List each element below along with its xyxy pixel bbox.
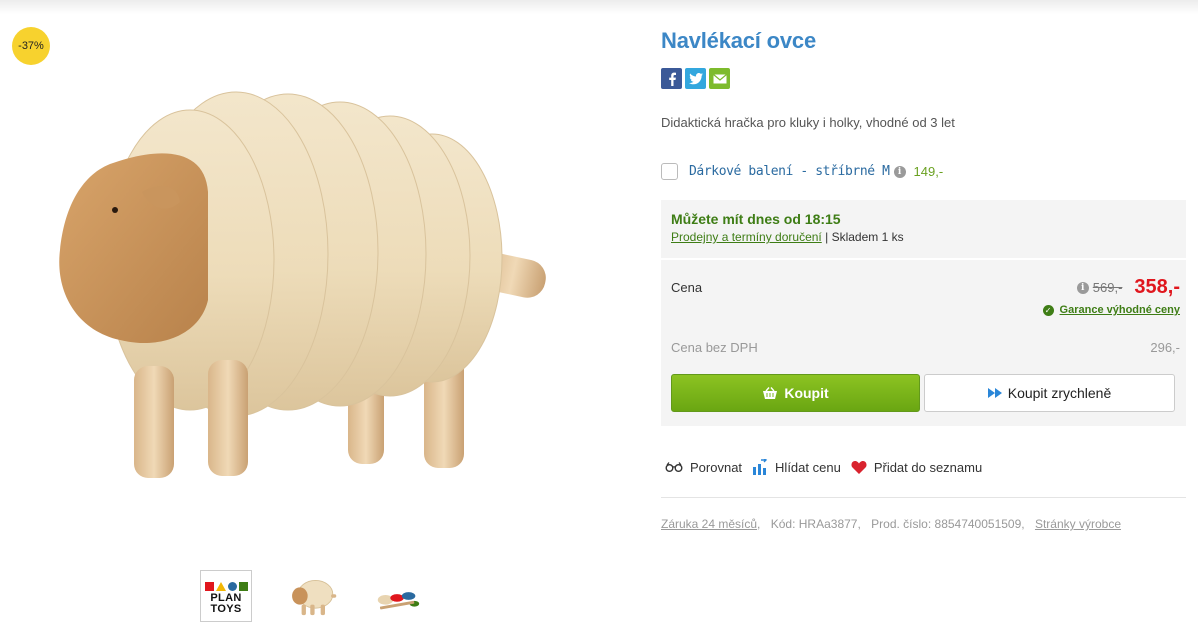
fast-forward-icon — [987, 388, 1002, 398]
share-buttons — [661, 68, 730, 89]
quick-buy-label: Koupit zrychleně — [1007, 385, 1112, 401]
price-info-icon[interactable]: i — [1076, 281, 1089, 294]
product-meta: Záruka 24 měsíců, Kód: HRAa3877, Prod. č… — [661, 517, 1122, 531]
old-price: 569,- — [1092, 280, 1123, 295]
main-product-image[interactable] — [40, 60, 580, 500]
chart-icon — [753, 459, 768, 475]
warranty-link[interactable]: Záruka 24 měsíců — [661, 517, 757, 531]
gift-wrap-option: Dárkové balení - stříbrné M i 149,- — [661, 163, 943, 180]
product-code: Kód: HRAa3877 — [770, 517, 858, 531]
stores-delivery-link[interactable]: Prodejny a termíny doručení — [671, 230, 822, 244]
price-guarantee-link[interactable]: Garance výhodné ceny — [1060, 304, 1180, 316]
gift-wrap-price: 149,- — [913, 164, 944, 179]
compare-label: Porovnat — [690, 459, 743, 475]
product-title: Navlékací ovce — [661, 28, 816, 53]
divider — [661, 497, 1186, 498]
net-price-value: 296,- — [1150, 340, 1180, 355]
thumbnail-sheep[interactable] — [286, 570, 338, 622]
stock-status: Skladem 1 ks — [831, 230, 904, 244]
twitter-icon — [688, 72, 703, 84]
product-number: Prod. číslo: 8854740051509 — [871, 517, 1022, 531]
add-to-list-label: Přidat do seznamu — [873, 459, 983, 475]
facebook-icon — [668, 72, 676, 86]
brand-logo-line1: PLAN — [210, 591, 242, 604]
product-description: Didaktická hračka pro kluky i holky, vho… — [661, 115, 955, 130]
manufacturer-page-link[interactable]: Stránky výrobce — [1035, 517, 1121, 531]
price-box: Cena i 569,- 358,- ✓ Garance výhodné cen… — [661, 260, 1186, 426]
availability-separator: | — [825, 230, 829, 244]
compare-action[interactable]: Porovnat — [665, 460, 742, 475]
buy-button-label: Koupit — [784, 385, 829, 401]
net-price-label: Cena bez DPH — [671, 340, 758, 355]
email-icon — [712, 73, 727, 83]
gift-wrap-label[interactable]: Dárkové balení - stříbrné M — [689, 164, 890, 179]
thumbnail-pieces[interactable] — [372, 570, 424, 622]
twitter-share-button[interactable] — [685, 68, 706, 89]
info-icon[interactable]: i — [893, 165, 906, 178]
heart-icon — [851, 461, 867, 474]
basket-icon — [763, 386, 778, 399]
check-icon: ✓ — [1042, 304, 1054, 316]
brand-logo-line2: TOYS — [210, 602, 242, 615]
add-to-list-action[interactable]: Přidat do seznamu — [851, 460, 982, 475]
facebook-share-button[interactable] — [661, 68, 682, 89]
availability-headline: Můžete mít dnes od 18:15 — [671, 211, 841, 227]
thumbnail-brand-logo[interactable]: PLAN TOYS — [200, 570, 252, 622]
price-guarantee[interactable]: ✓ Garance výhodné ceny — [1042, 304, 1180, 316]
price-values: i 569,- 358,- — [1076, 276, 1180, 299]
price-label: Cena — [671, 280, 703, 295]
gift-wrap-checkbox[interactable] — [661, 163, 678, 180]
watch-price-label: Hlídat cenu — [775, 459, 841, 475]
thumbnail-strip: PLAN TOYS — [200, 568, 424, 624]
availability-box: Můžete mít dnes od 18:15 Prodejny a term… — [661, 200, 1186, 258]
watch-price-action[interactable]: Hlídat cenu — [752, 459, 841, 475]
quick-buy-button[interactable]: Koupit zrychleně — [924, 374, 1175, 412]
email-share-button[interactable] — [709, 68, 730, 89]
brand-shapes-icon — [204, 581, 248, 591]
product-gallery: -37% PLAN TOYS — [0, 0, 640, 640]
availability-details: Prodejny a termíny doručení | Skladem 1 … — [671, 230, 1176, 244]
current-price: 358,- — [1134, 276, 1180, 298]
glasses-icon — [665, 462, 683, 472]
buy-button[interactable]: Koupit — [671, 374, 920, 412]
product-actions: Porovnat Hlídat cenu Přidat do seznamu — [665, 459, 992, 475]
